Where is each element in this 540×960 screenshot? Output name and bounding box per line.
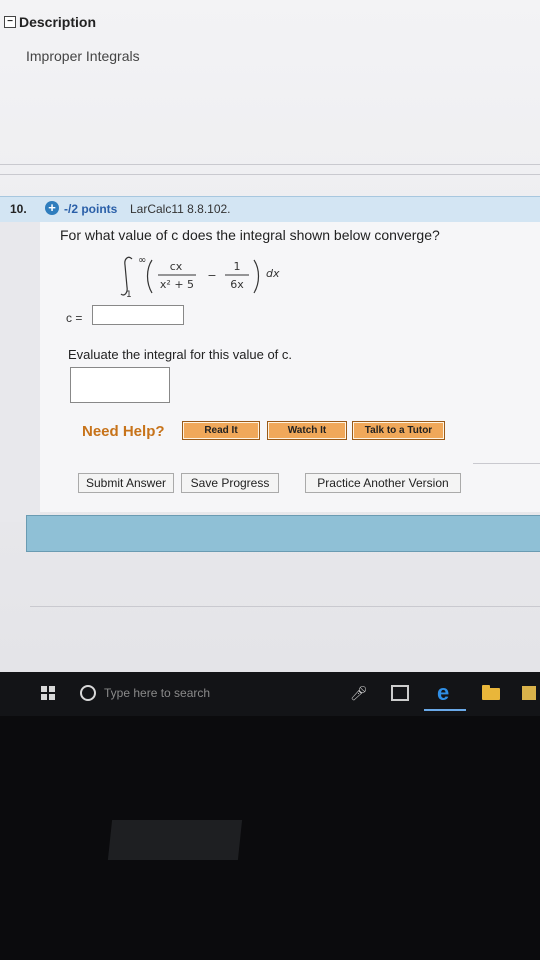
fraction-1-denominator: x² + 5: [160, 278, 194, 291]
task-view-icon[interactable]: [391, 685, 409, 701]
edge-browser-icon[interactable]: e: [437, 680, 449, 706]
upper-limit: ∞: [138, 255, 146, 266]
store-icon[interactable]: [522, 686, 536, 700]
divider: [0, 174, 540, 175]
description-header[interactable]: − Description: [4, 14, 96, 30]
windows-start-icon[interactable]: [41, 686, 55, 700]
file-explorer-icon[interactable]: [482, 685, 500, 700]
practice-another-version-button[interactable]: Practice Another Version: [305, 473, 461, 493]
collapse-icon[interactable]: −: [4, 16, 16, 28]
evaluate-prompt: Evaluate the integral for this value of …: [68, 347, 293, 362]
read-it-button[interactable]: Read It: [182, 421, 260, 440]
question-header-bar: 10. + -/2 points LarCalc11 8.8.102.: [0, 196, 540, 223]
active-app-indicator: [424, 709, 466, 711]
fraction-2-denominator: 6x: [230, 278, 244, 291]
need-help-label: Need Help?: [82, 423, 165, 440]
taskbar-search-input[interactable]: Type here to search: [104, 686, 210, 700]
fraction-2-numerator: 1: [234, 260, 241, 273]
description-subtitle: Improper Integrals: [26, 48, 140, 64]
c-label: c =: [66, 311, 83, 325]
left-paren: [146, 259, 153, 294]
question-margin: [0, 222, 40, 522]
divider: [473, 463, 540, 464]
microphone-icon[interactable]: 🎤︎: [350, 685, 368, 702]
description-title: Description: [19, 14, 97, 30]
c-answer-input[interactable]: [92, 305, 184, 325]
question-number: 10.: [10, 202, 27, 216]
fraction-1-numerator: cx: [170, 260, 183, 273]
next-question-bar: [26, 515, 540, 552]
divider: [0, 164, 540, 165]
expand-plus-icon[interactable]: +: [45, 201, 59, 215]
save-progress-button[interactable]: Save Progress: [181, 473, 279, 493]
browser-page: − Description Improper Integrals 10. + -…: [0, 0, 540, 672]
cortana-icon[interactable]: [80, 685, 96, 701]
minus-sign: −: [207, 269, 216, 282]
differential: dx: [266, 267, 280, 280]
bezel-reflection: [107, 820, 243, 860]
talk-to-tutor-button[interactable]: Talk to a Tutor: [352, 421, 445, 440]
question-points: -/2 points: [64, 202, 118, 216]
divider: [30, 606, 540, 607]
lower-limit: 1: [126, 290, 132, 299]
question-prompt: For what value of c does the integral sh…: [60, 227, 440, 243]
problem-id: LarCalc11 8.8.102.: [130, 202, 231, 216]
submit-answer-button[interactable]: Submit Answer: [78, 473, 174, 493]
right-paren: [253, 259, 260, 294]
watch-it-button[interactable]: Watch It: [267, 421, 347, 440]
integral-expression: ∞ 1 cx x² + 5 − 1 6x dx: [120, 255, 280, 299]
integral-answer-input[interactable]: [70, 367, 170, 403]
